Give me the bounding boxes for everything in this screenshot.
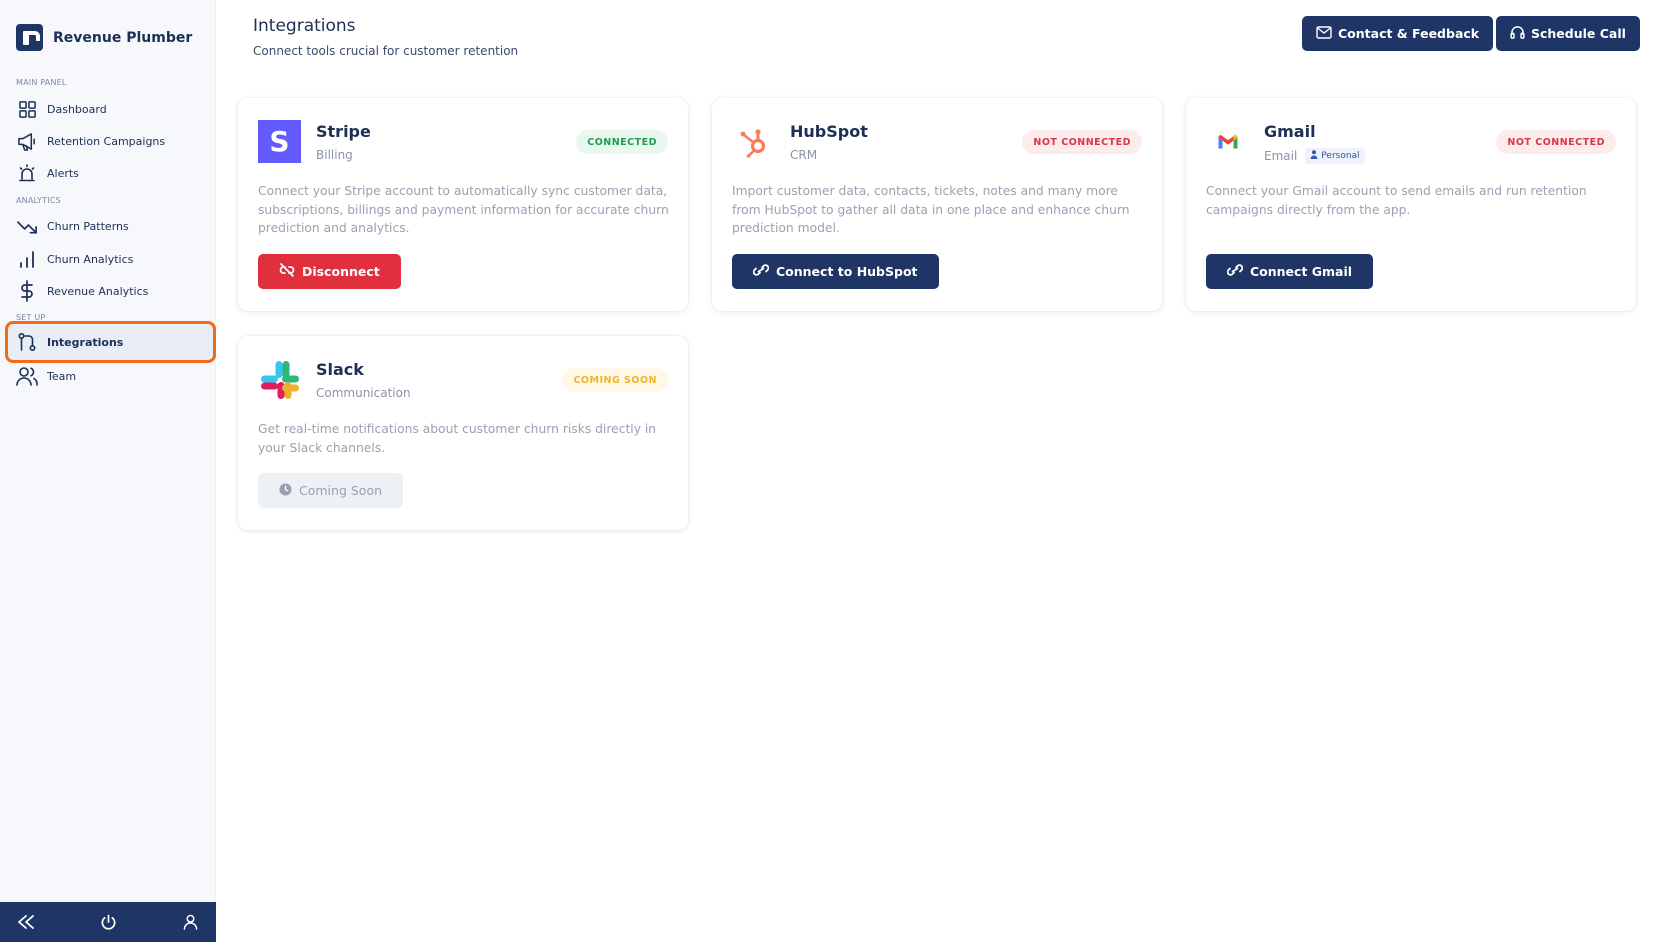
sidebar-item-label: Dashboard — [47, 102, 107, 116]
status-badge: COMING SOON — [562, 368, 668, 392]
connect-hubspot-button[interactable]: Connect to HubSpot — [732, 254, 939, 289]
sidebar-item-label: Alerts — [47, 166, 79, 180]
integration-category: Communication — [316, 386, 411, 400]
integration-card-slack: Slack Communication COMING SOON Get real… — [238, 336, 688, 530]
integration-description: Connect your Stripe account to automatic… — [258, 184, 669, 235]
sidebar: Revenue Plumber MAIN PANEL Dashboard Ret… — [0, 0, 216, 942]
connect-gmail-label: Connect Gmail — [1250, 264, 1353, 279]
sidebar-item-dashboard[interactable]: Dashboard — [5, 92, 216, 126]
sidebar-footer — [0, 902, 216, 942]
page-title: Integrations — [253, 16, 356, 36]
person-icon — [1310, 150, 1318, 162]
coming-soon-button[interactable]: Coming Soon — [258, 473, 404, 508]
user-icon[interactable] — [178, 910, 202, 934]
sidebar-item-label: Churn Analytics — [47, 252, 134, 266]
contact-feedback-button[interactable]: Contact & Feedback — [1302, 16, 1494, 51]
siren-icon — [16, 162, 38, 184]
coming-soon-label: Coming Soon — [299, 483, 383, 498]
link-icon — [1226, 263, 1244, 280]
dashboard-grid-icon — [16, 98, 38, 120]
page-subtitle: Connect tools crucial for customer reten… — [253, 44, 519, 58]
sidebar-item-label: Team — [47, 369, 77, 383]
integration-description: Get real-time notifications about custom… — [258, 422, 657, 455]
sidebar-item-revenue-analytics[interactable]: Revenue Analytics — [5, 274, 216, 308]
schedule-call-label: Schedule Call — [1531, 26, 1626, 41]
sidebar-item-churn-analytics[interactable]: Churn Analytics — [5, 242, 216, 276]
integration-description: Connect your Gmail account to send email… — [1206, 184, 1587, 217]
users-icon — [16, 365, 38, 387]
connect-gmail-button[interactable]: Connect Gmail — [1206, 254, 1374, 289]
section-label-analytics: ANALYTICS — [16, 196, 61, 205]
integration-name: HubSpot — [790, 122, 868, 141]
disconnect-label: Disconnect — [302, 264, 380, 279]
section-label-main: MAIN PANEL — [16, 78, 67, 87]
integration-card-hubspot: HubSpot CRM NOT CONNECTED Import custome… — [712, 98, 1162, 311]
schedule-call-button[interactable]: Schedule Call — [1496, 16, 1640, 51]
sidebar-item-label: Churn Patterns — [47, 219, 129, 233]
dollar-icon — [16, 280, 38, 302]
status-badge: NOT CONNECTED — [1022, 130, 1142, 154]
megaphone-icon — [16, 130, 38, 152]
sidebar-item-alerts[interactable]: Alerts — [5, 156, 216, 190]
sidebar-item-retention-campaigns[interactable]: Retention Campaigns — [5, 124, 216, 158]
clock-icon — [279, 482, 292, 499]
integration-description: Import customer data, contacts, tickets,… — [732, 184, 1130, 235]
personal-tag: Personal — [1305, 148, 1365, 164]
unlink-icon — [279, 263, 295, 280]
integration-card-gmail: Gmail Email Personal NOT CONNECTED Conne… — [1186, 98, 1636, 311]
slack-logo — [258, 358, 301, 401]
sidebar-item-label: Retention Campaigns — [47, 134, 166, 148]
git-pull-icon — [16, 331, 38, 353]
integration-category: CRM — [790, 148, 818, 162]
headset-icon — [1510, 25, 1525, 42]
brand[interactable]: Revenue Plumber — [16, 24, 192, 51]
integration-name: Stripe — [316, 122, 371, 141]
contact-feedback-label: Contact & Feedback — [1338, 26, 1480, 41]
mail-icon — [1316, 25, 1332, 42]
power-icon[interactable] — [96, 910, 120, 934]
sidebar-item-label: Revenue Analytics — [47, 284, 149, 298]
link-icon — [752, 263, 770, 280]
integration-name: Gmail — [1264, 122, 1316, 141]
stripe-logo: S — [258, 120, 301, 163]
collapse-icon[interactable] — [14, 910, 38, 934]
status-badge: CONNECTED — [576, 130, 668, 154]
revenue-plumber-logo — [16, 24, 43, 51]
sidebar-item-integrations[interactable]: Integrations — [5, 321, 216, 363]
sidebar-item-label: Integrations — [47, 335, 124, 349]
gmail-logo — [1206, 120, 1249, 163]
app-name: Revenue Plumber — [53, 29, 193, 46]
sidebar-item-churn-patterns[interactable]: Churn Patterns — [5, 209, 216, 243]
integration-category: Email Personal — [1264, 148, 1365, 164]
disconnect-button[interactable]: Disconnect — [258, 254, 401, 289]
integration-category: Billing — [316, 148, 353, 162]
sidebar-item-team[interactable]: Team — [5, 359, 216, 393]
trend-down-icon — [16, 215, 38, 237]
connect-hubspot-label: Connect to HubSpot — [776, 264, 918, 279]
hubspot-logo — [732, 120, 775, 163]
bar-chart-icon — [16, 248, 38, 270]
status-badge: NOT CONNECTED — [1496, 130, 1616, 154]
integration-name: Slack — [316, 360, 364, 379]
integration-card-stripe: S Stripe Billing CONNECTED Connect your … — [238, 98, 688, 311]
